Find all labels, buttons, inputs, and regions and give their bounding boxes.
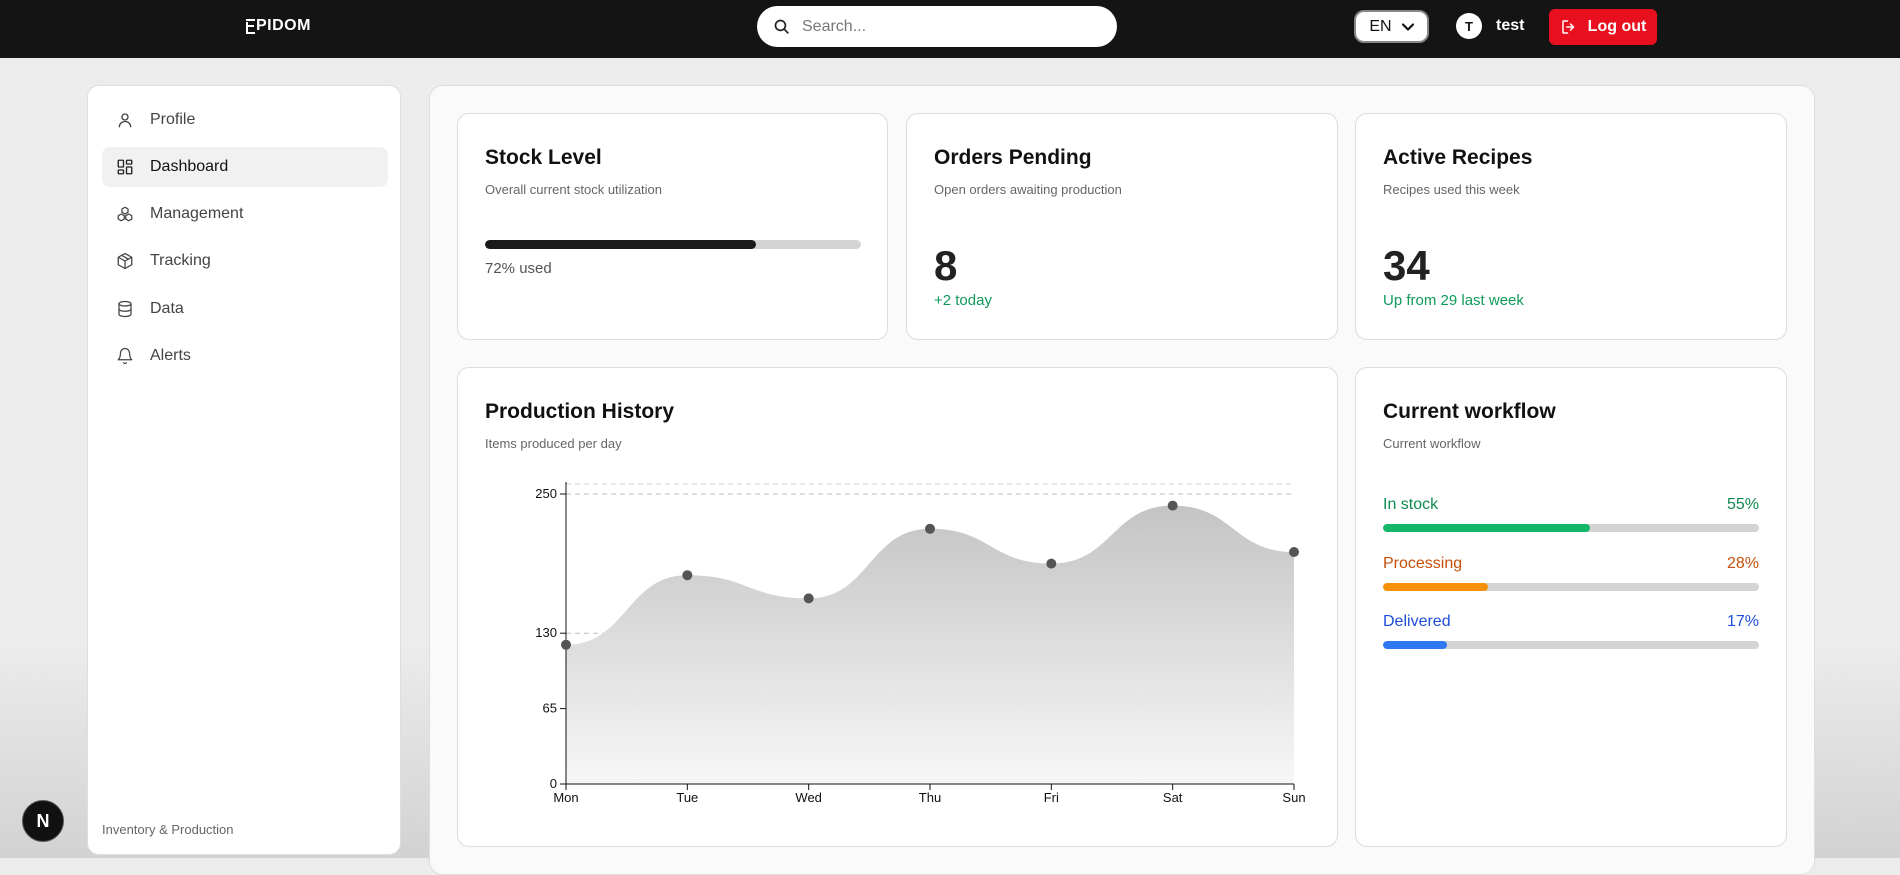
workflow-label: Processing: [1383, 555, 1463, 572]
workflow-progress-fill: [1383, 583, 1489, 591]
stock-progress-bar: [485, 240, 861, 249]
orders-pending-card: Orders Pending Open orders awaiting prod…: [906, 113, 1338, 340]
data-point: [682, 570, 693, 581]
x-tick-label: Tue: [676, 790, 698, 805]
y-tick-label: 130: [535, 625, 557, 640]
logo-mark-icon: [246, 18, 255, 34]
sidebar: Profile Dashboard Management Tracking Da…: [87, 85, 401, 855]
sidebar-item-label: Alerts: [150, 347, 191, 364]
data-point: [1167, 500, 1178, 511]
area-fill: [566, 505, 1294, 784]
sidebar-item-tracking[interactable]: Tracking: [102, 241, 388, 281]
sidebar-footer: Inventory & Production: [102, 822, 234, 837]
card-subtitle: Current workflow: [1383, 436, 1481, 451]
card-subtitle: Open orders awaiting production: [934, 182, 1122, 197]
workflow-value: 28%: [1726, 555, 1759, 572]
logo-text: PIDOM: [256, 17, 311, 34]
chevron-down-icon: [1401, 22, 1414, 31]
workflow-progress-bar: [1383, 583, 1759, 591]
x-tick-label: Thu: [919, 790, 941, 805]
x-tick-label: Mon: [553, 790, 578, 805]
production-chart: 0 65 130 250 Mon Tue Wed Thu Fri Sat Sun: [535, 482, 1306, 805]
card-subtitle: Overall current stock utilization: [485, 182, 663, 197]
workflow-value: 17%: [1726, 613, 1759, 630]
recipes-count: 34: [1383, 242, 1430, 289]
language-select[interactable]: EN: [1354, 10, 1429, 43]
sidebar-item-label: Dashboard: [150, 158, 229, 175]
y-tick-label: 0: [550, 776, 557, 791]
stock-note: 72% used: [485, 260, 552, 277]
orders-note: +2 today: [934, 292, 992, 309]
data-point: [1289, 547, 1299, 557]
logout-icon: [1560, 18, 1578, 36]
bell-icon: [116, 347, 134, 365]
sidebar-item-label: Data: [150, 300, 184, 317]
sidebar-item-data[interactable]: Data: [102, 289, 388, 329]
sidebar-item-alerts[interactable]: Alerts: [102, 336, 388, 376]
orders-count: 8: [934, 242, 958, 289]
card-title: Active Recipes: [1383, 146, 1533, 169]
sidebar-item-label: Profile: [150, 111, 196, 128]
search-input[interactable]: [800, 16, 1094, 37]
x-tick-label: Wed: [795, 790, 822, 805]
card-title: Orders Pending: [934, 146, 1092, 169]
data-point: [1046, 558, 1057, 569]
production-history-card: Production History Items produced per da…: [457, 367, 1338, 847]
workflow-label: In stock: [1383, 496, 1439, 513]
stock-level-card: Stock Level Overall current stock utiliz…: [457, 113, 888, 340]
sidebar-item-profile[interactable]: Profile: [102, 100, 388, 140]
search-icon: [773, 18, 790, 35]
logout-label: Log out: [1587, 18, 1647, 35]
workflow-progress-fill: [1383, 524, 1590, 532]
x-tick-label: Sat: [1163, 790, 1183, 805]
active-recipes-card: Active Recipes Recipes used this week 34…: [1355, 113, 1787, 340]
workflow-row-processing: Processing 28%: [1383, 555, 1759, 591]
x-tick-label: Fri: [1044, 790, 1059, 805]
card-subtitle: Recipes used this week: [1383, 182, 1520, 197]
card-title: Current workflow: [1383, 400, 1556, 423]
sidebar-item-management[interactable]: Management: [102, 194, 388, 234]
database-icon: [116, 300, 134, 318]
workflow-value: 55%: [1726, 496, 1759, 513]
sidebar-item-dashboard[interactable]: Dashboard: [102, 147, 388, 187]
app-logo[interactable]: PIDOM: [246, 17, 311, 35]
workflow-row-in-stock: In stock 55%: [1383, 496, 1759, 532]
data-point: [803, 593, 814, 604]
stock-progress-fill: [485, 240, 756, 249]
y-tick-label: 250: [535, 486, 557, 501]
sidebar-item-label: Tracking: [150, 252, 211, 269]
workflow-progress-bar: [1383, 641, 1759, 649]
user-icon: [116, 111, 134, 129]
workflow-progress-bar: [1383, 524, 1759, 532]
workflow-progress-fill: [1383, 641, 1447, 649]
user-menu[interactable]: T test: [1456, 13, 1524, 39]
y-tick-label: 65: [543, 701, 557, 716]
sidebar-item-label: Management: [150, 205, 244, 222]
data-point: [561, 639, 571, 650]
workflow-label: Delivered: [1383, 613, 1451, 630]
workflow-row-delivered: Delivered 17%: [1383, 613, 1759, 649]
data-point: [925, 523, 935, 534]
current-workflow-card: Current workflow Current workflow In sto…: [1355, 367, 1787, 847]
logout-button[interactable]: Log out: [1549, 9, 1657, 45]
boxes-icon: [116, 205, 134, 223]
nextjs-dev-badge[interactable]: N: [22, 800, 64, 842]
main-content: Stock Level Overall current stock utiliz…: [429, 85, 1815, 875]
search-box[interactable]: [757, 6, 1117, 47]
dashboard-icon: [116, 158, 134, 176]
top-bar: PIDOM EN T test Log out: [0, 0, 1900, 58]
recipes-note: Up from 29 last week: [1383, 292, 1524, 309]
package-icon: [116, 252, 134, 270]
language-value: EN: [1369, 17, 1392, 35]
card-title: Stock Level: [485, 146, 602, 169]
x-tick-label: Sun: [1282, 790, 1305, 805]
avatar: T: [1456, 13, 1482, 39]
user-name: test: [1496, 17, 1525, 34]
